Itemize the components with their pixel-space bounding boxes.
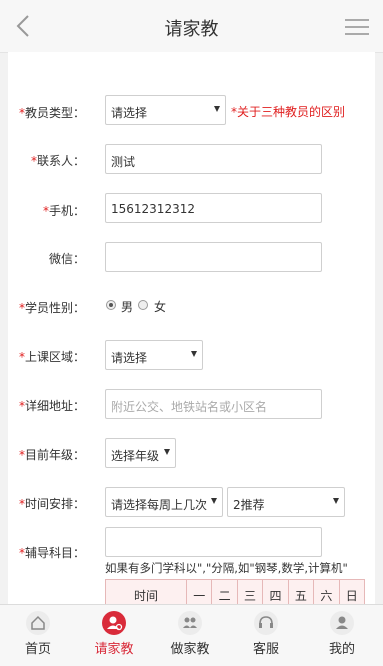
be-tutor-icon [178, 611, 202, 635]
time-table-header-cell: 三 [236, 579, 264, 604]
subject-hint: 如果有多门学科以","分隔,如"钢琴,数学,计算机" [105, 561, 348, 575]
schedule-frequency-select[interactable]: 请选择每周上几次 [105, 487, 223, 517]
phone-label: *手机： [42, 204, 85, 218]
time-table-header-cell: 五 [287, 579, 315, 604]
chevron-down-icon [191, 351, 197, 357]
address-input[interactable]: 附近公交、地铁站名或小区名 [105, 389, 322, 419]
time-table-header-row: 时间 一 二 三 四 五 六 日 [105, 579, 366, 604]
tab-be-tutor[interactable]: 做家教 [152, 605, 228, 666]
subject-input[interactable] [105, 527, 322, 557]
chevron-down-icon [333, 498, 339, 504]
chevron-down-icon [164, 449, 170, 455]
gender-female-radio[interactable] [138, 300, 148, 310]
header-bar: 请家教 [0, 0, 383, 53]
phone-input[interactable]: 15612312312 [105, 193, 322, 223]
gender-female-label: 女 [154, 300, 167, 314]
menu-icon[interactable] [345, 18, 369, 36]
tab-service[interactable]: 客服 [228, 605, 304, 666]
contact-input[interactable]: 测试 [105, 144, 322, 174]
tab-profile[interactable]: 我的 [304, 605, 380, 666]
tab-hire-tutor[interactable]: 请家教 [76, 605, 152, 666]
schedule-recommend-select[interactable]: 2推荐 [227, 487, 345, 517]
time-table: 时间 一 二 三 四 五 六 日 [105, 579, 366, 604]
address-label: *详细地址： [18, 399, 85, 413]
service-icon [254, 611, 278, 635]
time-table-header-cell: 四 [262, 579, 289, 604]
page-title: 请家教 [164, 19, 219, 40]
time-table-header-cell: 一 [185, 579, 213, 604]
area-label: *上课区域： [18, 350, 85, 364]
gender-label: *学员性别： [18, 301, 85, 315]
grade-select[interactable]: 选择年级 [105, 438, 176, 468]
time-table-header-cell: 日 [338, 579, 366, 604]
wechat-label: 微信： [48, 252, 85, 266]
grade-label: *目前年级： [18, 448, 85, 462]
form-container: *教员类型： 请选择 *关于三种教员的区别 *联系人： 测试 *手机： 1561… [8, 52, 375, 604]
contact-label: *联系人： [30, 154, 85, 168]
tab-home[interactable]: 首页 [0, 605, 76, 666]
teacher-type-select[interactable]: 请选择 [105, 95, 226, 125]
hire-tutor-icon [102, 611, 126, 635]
time-table-header-cell: 二 [211, 579, 238, 604]
teacher-type-label: *教员类型： [18, 106, 85, 120]
profile-icon [330, 611, 354, 635]
time-table-header-cell: 六 [313, 579, 340, 604]
time-table-header-cell: 时间 [105, 579, 187, 604]
gender-male-label: 男 [121, 300, 134, 314]
bottom-tab-bar: 首页 请家教 做家教 客服 我的 [0, 604, 383, 666]
schedule-label: *时间安排： [18, 497, 85, 511]
wechat-input[interactable] [105, 242, 322, 272]
gender-male-radio[interactable] [106, 300, 116, 310]
home-icon [26, 611, 50, 635]
subject-label: *辅导科目： [18, 546, 85, 560]
chevron-down-icon [214, 106, 220, 112]
teacher-type-info-link[interactable]: *关于三种教员的区别 [231, 103, 345, 120]
chevron-down-icon [211, 498, 217, 504]
area-select[interactable]: 请选择 [105, 340, 203, 370]
